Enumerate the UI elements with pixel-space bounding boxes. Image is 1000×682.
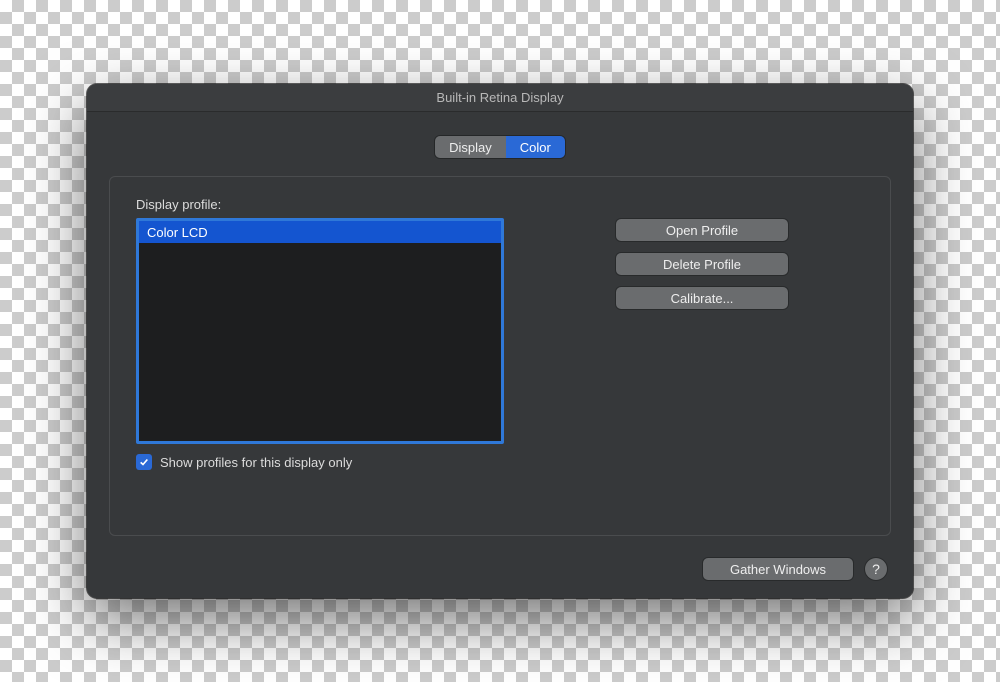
window-body: Display Color Display profile: Color LCD [87, 112, 913, 598]
preferences-window: Built-in Retina Display Display Color Di… [87, 84, 913, 598]
window-titlebar[interactable]: Built-in Retina Display [87, 84, 913, 112]
delete-profile-button[interactable]: Delete Profile [616, 253, 788, 275]
tab-segment-wrap: Display Color [435, 136, 565, 158]
help-button[interactable]: ? [865, 558, 887, 580]
show-profiles-checkbox-row: Show profiles for this display only [136, 454, 504, 470]
window-title: Built-in Retina Display [436, 90, 563, 105]
display-profile-label: Display profile: [136, 197, 504, 212]
checkmark-icon [139, 457, 149, 467]
list-item[interactable]: Color LCD [139, 221, 501, 243]
window-footer: Gather Windows ? [109, 558, 891, 580]
show-profiles-checkbox-label: Show profiles for this display only [160, 455, 352, 470]
tab-segmented-control: Display Color [109, 136, 891, 158]
profile-column: Display profile: Color LCD Show profiles… [136, 197, 504, 470]
calibrate-button[interactable]: Calibrate... [616, 287, 788, 309]
tab-color[interactable]: Color [506, 136, 565, 158]
gather-windows-button[interactable]: Gather Windows [703, 558, 853, 580]
display-profile-list[interactable]: Color LCD [136, 218, 504, 444]
actions-column: Open Profile Delete Profile Calibrate... [616, 197, 788, 309]
content-frame: Display profile: Color LCD Show profiles… [109, 176, 891, 536]
open-profile-button[interactable]: Open Profile [616, 219, 788, 241]
tab-display[interactable]: Display [435, 136, 506, 158]
show-profiles-checkbox[interactable] [136, 454, 152, 470]
